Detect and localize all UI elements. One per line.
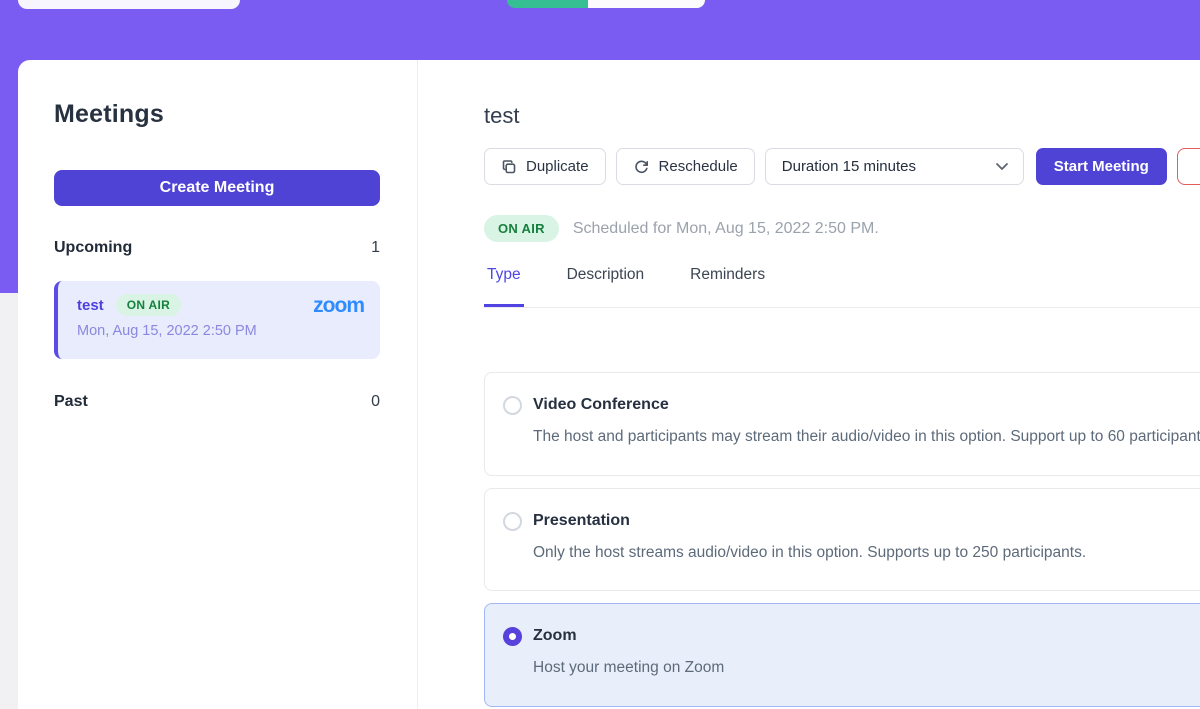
delete-meeting-button[interactable] xyxy=(1177,148,1200,185)
upcoming-count: 1 xyxy=(371,239,380,257)
upcoming-label: Upcoming xyxy=(54,239,132,257)
toast-remnant-left xyxy=(18,0,240,9)
meetings-sidebar: Meetings Create Meeting Upcoming 1 test … xyxy=(18,60,418,709)
zoom-logo: zoom xyxy=(313,295,364,316)
option-presentation[interactable]: Presentation Only the host streams audio… xyxy=(484,488,1200,592)
duplicate-button[interactable]: Duplicate xyxy=(484,148,606,185)
upcoming-section-header: Upcoming 1 xyxy=(54,239,380,257)
option-title: Zoom xyxy=(533,625,724,645)
chevron-down-icon xyxy=(995,162,1009,171)
radio-unchecked-icon[interactable] xyxy=(503,396,522,415)
create-meeting-button[interactable]: Create Meeting xyxy=(54,170,380,206)
radio-checked-icon[interactable] xyxy=(503,627,522,646)
start-meeting-button[interactable]: Start Meeting xyxy=(1036,148,1167,185)
option-zoom[interactable]: Zoom Host your meeting on Zoom xyxy=(484,603,1200,707)
tab-description[interactable]: Description xyxy=(564,266,648,307)
app-card: Meetings Create Meeting Upcoming 1 test … xyxy=(18,60,1200,709)
tab-reminders[interactable]: Reminders xyxy=(687,266,768,307)
meeting-list-item[interactable]: test ON AIR zoom Mon, Aug 15, 2022 2:50 … xyxy=(54,281,380,359)
option-description: Host your meeting on Zoom xyxy=(533,654,724,683)
tab-bar: Type Description Reminders xyxy=(484,266,1200,308)
duration-value: Duration 15 minutes xyxy=(782,158,916,175)
progress-bar-track xyxy=(588,0,705,8)
option-description: Only the host streams audio/video in thi… xyxy=(533,539,1086,568)
status-row: ON AIR Scheduled for Mon, Aug 15, 2022 2… xyxy=(484,215,1200,242)
scheduled-text: Scheduled for Mon, Aug 15, 2022 2:50 PM. xyxy=(573,220,879,238)
past-label: Past xyxy=(54,393,88,411)
copy-icon xyxy=(501,159,517,175)
sidebar-title: Meetings xyxy=(54,100,380,129)
meeting-type-options: Video Conference The host and participan… xyxy=(484,372,1200,707)
option-title: Presentation xyxy=(533,510,1086,530)
progress-bar-fill xyxy=(507,0,588,8)
past-section-header: Past 0 xyxy=(54,393,380,411)
toolbar: Duplicate Reschedule Duration 15 minutes… xyxy=(484,148,1200,185)
duration-select[interactable]: Duration 15 minutes xyxy=(765,148,1024,185)
meeting-status-badge: ON AIR xyxy=(116,294,181,316)
meeting-datetime: Mon, Aug 15, 2022 2:50 PM xyxy=(77,323,364,339)
radio-unchecked-icon[interactable] xyxy=(503,512,522,531)
past-count: 0 xyxy=(371,393,380,411)
reschedule-label: Reschedule xyxy=(659,158,738,175)
refresh-icon xyxy=(633,158,650,175)
reschedule-button[interactable]: Reschedule xyxy=(616,148,755,185)
onair-status-badge: ON AIR xyxy=(484,215,559,242)
duplicate-label: Duplicate xyxy=(526,158,589,175)
meeting-name: test xyxy=(77,297,104,314)
tab-type[interactable]: Type xyxy=(484,266,524,307)
meeting-detail-pane: test Duplicate Reschedul xyxy=(418,60,1200,709)
option-video-conference[interactable]: Video Conference The host and participan… xyxy=(484,372,1200,476)
option-title: Video Conference xyxy=(533,394,1200,414)
page-title: test xyxy=(484,103,1200,129)
toast-remnant-progress xyxy=(507,0,705,8)
option-description: The host and participants may stream the… xyxy=(533,423,1200,452)
